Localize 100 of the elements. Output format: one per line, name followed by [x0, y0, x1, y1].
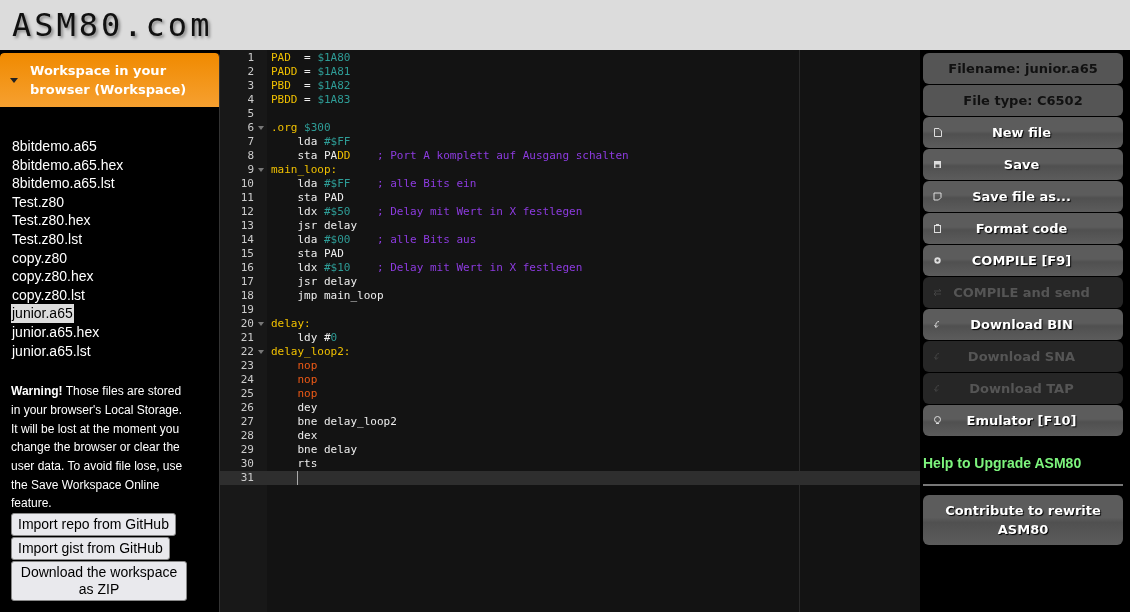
- file-item[interactable]: copy.z80: [11, 248, 68, 268]
- file-icon: [933, 128, 942, 137]
- curved-arrow-icon: [933, 352, 942, 361]
- code-line: delay:: [270, 317, 311, 331]
- line-number: 4: [246, 93, 254, 107]
- line-number: 13: [239, 219, 254, 233]
- line-number: 2: [246, 65, 254, 79]
- line-number: 30: [239, 457, 254, 471]
- arrows-icon: [933, 288, 942, 297]
- file-item[interactable]: Test.z80: [11, 192, 66, 212]
- line-number: 8: [246, 149, 254, 163]
- line-number: 15: [239, 247, 254, 261]
- floppy-icon: [933, 160, 942, 169]
- code-line: nop: [296, 359, 318, 373]
- info-label: File type: C6502: [923, 85, 1123, 116]
- fold-arrow-icon[interactable]: [257, 126, 264, 130]
- code-line: PBD = $1A82: [270, 79, 351, 93]
- code-line: bne delay_loop2: [296, 415, 397, 429]
- warning-text: Warning! Those files are stored in your browser's Local Storage. It will be lost at the moment you change the browser or clear the user data. To avoid file lose, use the Save Workspace Online feature.: [11, 383, 183, 513]
- code-line: lda #$FF ; alle Bits ein: [296, 177, 477, 191]
- code-line: lda #$00 ; alle Bits aus: [296, 233, 477, 247]
- code-line: sta PADD ; Port A komplett auf Ausgang schalten: [296, 149, 629, 163]
- note-icon: [933, 192, 942, 201]
- line-number: 27: [239, 415, 254, 429]
- line-number: 1: [246, 51, 254, 65]
- fold-arrow-icon[interactable]: [257, 350, 264, 354]
- code-line: delay_loop2:: [270, 345, 351, 359]
- line-number: 10: [239, 177, 254, 191]
- curved-arrow-icon: [933, 384, 942, 393]
- workspace-button[interactable]: Import gist from GitHub: [11, 537, 170, 561]
- file-item[interactable]: Test.z80.hex: [11, 211, 92, 230]
- line-number: 11: [239, 191, 254, 205]
- file-item[interactable]: copy.z80.hex: [11, 267, 95, 286]
- workspace-button[interactable]: Download the workspace as ZIP: [11, 561, 187, 602]
- code-line: PADD = $1A81: [270, 65, 351, 79]
- line-number: 29: [239, 443, 254, 457]
- file-item[interactable]: 8bitdemo.a65.hex: [11, 155, 125, 175]
- line-number: 7: [246, 135, 254, 149]
- code-line: main_loop:: [270, 163, 338, 177]
- file-item[interactable]: junior.a65.hex: [11, 322, 101, 342]
- code-line: rts: [296, 457, 318, 471]
- code-line: nop: [296, 387, 318, 401]
- curved-arrow-icon: [933, 320, 942, 329]
- code-line: .org $300: [270, 121, 331, 135]
- toolbar-button[interactable]: Emulator [F10]: [923, 405, 1123, 436]
- code-line: PBDD = $1A83: [270, 93, 351, 107]
- code-line: nop: [296, 373, 318, 387]
- toolbar-button[interactable]: New file: [923, 117, 1123, 148]
- site-logo[interactable]: ASM80.com: [12, 6, 213, 44]
- code-line: jmp main_loop: [296, 289, 384, 303]
- line-number: 28: [239, 429, 254, 443]
- code-line: dex: [296, 429, 318, 443]
- toolbar-button[interactable]: Format code: [923, 213, 1123, 244]
- code-line: bne delay: [296, 443, 358, 457]
- line-number: 16: [239, 261, 254, 275]
- toolbar-button[interactable]: Save: [923, 149, 1123, 180]
- info-label: Filename: junior.a65: [923, 53, 1123, 84]
- caret-icon: [10, 77, 18, 83]
- line-number: 31: [239, 471, 254, 485]
- file-item[interactable]: 8bitdemo.a65.lst: [11, 174, 116, 193]
- line-number: 3: [246, 79, 254, 93]
- file-item[interactable]: copy.z80.lst: [11, 285, 86, 305]
- fold-arrow-icon[interactable]: [257, 168, 264, 172]
- toolbar-button[interactable]: Save file as...: [923, 181, 1123, 212]
- code-line: dey: [296, 401, 318, 415]
- line-number: 22: [239, 345, 254, 359]
- code-line: jsr delay: [296, 219, 358, 233]
- workspace-button[interactable]: Import repo from GitHub: [11, 513, 176, 537]
- code-line: sta PAD: [296, 191, 344, 205]
- line-number: 6: [246, 121, 254, 135]
- toolbar-button[interactable]: Download BIN: [923, 309, 1123, 340]
- code-line: ldx #$50 ; Delay mit Wert in X festlegen: [296, 205, 583, 219]
- clipboard-icon: [933, 224, 942, 233]
- line-number: 5: [246, 107, 254, 121]
- file-item[interactable]: junior.a65.lst: [11, 341, 92, 361]
- line-number: 12: [239, 205, 254, 219]
- line-number: 19: [239, 303, 254, 317]
- code-line: ldx #$10 ; Delay mit Wert in X festlegen: [296, 261, 583, 275]
- gear-icon: [933, 256, 942, 265]
- code-line: jsr delay: [296, 275, 358, 289]
- fold-arrow-icon[interactable]: [257, 322, 264, 326]
- code-line: sta PAD: [296, 247, 344, 261]
- file-item[interactable]: 8bitdemo.a65: [11, 137, 98, 156]
- line-number: 18: [239, 289, 254, 303]
- line-number: 17: [239, 275, 254, 289]
- help-link[interactable]: Help to Upgrade ASM80: [923, 455, 1082, 471]
- toolbar-button[interactable]: COMPILE [F9]: [923, 245, 1123, 276]
- line-number: 26: [239, 401, 254, 415]
- contribute-button[interactable]: Contribute to rewrite ASM80: [923, 495, 1123, 545]
- lightbulb-icon: [933, 416, 942, 425]
- line-number: 23: [239, 359, 254, 373]
- file-item[interactable]: Test.z80.lst: [11, 229, 84, 249]
- line-number: 21: [239, 331, 254, 345]
- line-number: 24: [239, 373, 254, 387]
- code-line: ldy #0: [296, 331, 338, 345]
- file-item[interactable]: junior.a65: [11, 304, 74, 323]
- line-number: 14: [239, 233, 254, 247]
- line-number: 20: [239, 317, 254, 331]
- line-number: 9: [246, 163, 254, 177]
- line-number: 25: [239, 387, 254, 401]
